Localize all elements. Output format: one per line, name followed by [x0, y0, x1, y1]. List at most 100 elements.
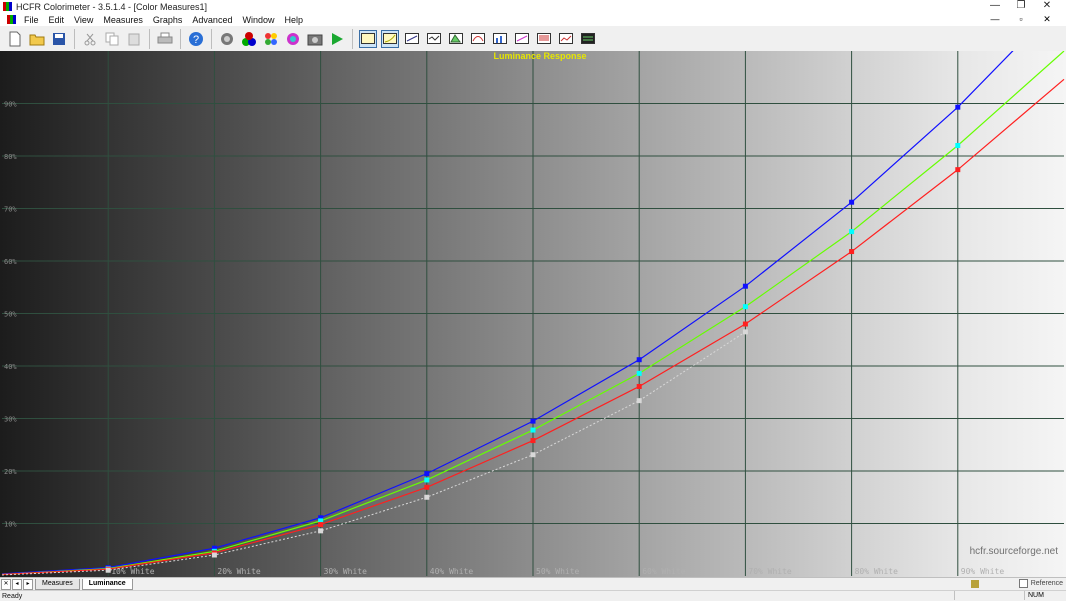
help-icon[interactable]: ? [187, 30, 205, 48]
data-point [636, 383, 642, 389]
x-tick-label: 90% White [961, 567, 1005, 576]
view-luminance-icon[interactable] [381, 29, 399, 48]
x-tick-label: 50% White [536, 567, 580, 576]
data-point [530, 427, 536, 433]
view-gamma-icon[interactable] [403, 30, 421, 48]
tab-luminance[interactable]: Luminance [81, 578, 133, 590]
toolbar-separator [211, 28, 212, 49]
reference-control: Reference [970, 579, 1063, 588]
data-point [636, 398, 642, 404]
x-tick-label: 60% White [642, 567, 686, 576]
view-rgb-icon[interactable] [425, 30, 443, 48]
view-main-icon[interactable] [359, 29, 377, 48]
view-saturation-icon[interactable] [513, 30, 531, 48]
view-near-white-icon[interactable] [557, 30, 575, 48]
data-point [424, 477, 430, 483]
x-tick-label: 10% White [111, 567, 155, 576]
open-icon[interactable] [28, 30, 46, 48]
paste-icon[interactable] [125, 30, 143, 48]
menu-bar: File Edit View Measures Graphs Advanced … [0, 13, 1066, 26]
data-point [955, 143, 961, 148]
tab-measures[interactable]: Measures [35, 578, 80, 590]
reference-marker-icon[interactable] [970, 579, 979, 588]
mdi-minimize-button[interactable]: — [982, 13, 1008, 26]
toolbar-separator [352, 28, 353, 49]
saturation-icon[interactable] [284, 30, 302, 48]
data-point [424, 471, 430, 477]
data-point [742, 283, 748, 289]
color-checker-icon[interactable] [262, 30, 280, 48]
menu-measures[interactable]: Measures [98, 15, 148, 25]
mdi-restore-button[interactable]: ▫ [1008, 13, 1034, 26]
toolbar-separator [180, 28, 181, 49]
data-point [742, 321, 748, 327]
data-point [955, 167, 961, 173]
luminance-chart[interactable]: 10% 20% 30% 40% 50% 60% 70% 80% 90% 10% White 20% … [0, 51, 1066, 577]
save-icon[interactable] [50, 30, 68, 48]
new-icon[interactable] [6, 30, 24, 48]
tab-prev-button[interactable]: ◂ [12, 578, 22, 590]
data-point [211, 552, 217, 558]
menu-edit[interactable]: Edit [44, 15, 70, 25]
menu-help[interactable]: Help [279, 15, 308, 25]
reference-label: Reference [1030, 580, 1063, 587]
view-cie-icon[interactable] [447, 30, 465, 48]
document-icon[interactable] [7, 15, 16, 24]
menu-window[interactable]: Window [237, 15, 279, 25]
print-icon[interactable] [156, 30, 174, 48]
view-deltae-icon[interactable] [491, 30, 509, 48]
view-colortemp-icon[interactable] [469, 30, 487, 48]
window-controls: — ❐ ✕ [982, 0, 1060, 13]
data-point [636, 370, 642, 376]
generator-icon[interactable] [240, 30, 258, 48]
data-point [742, 329, 748, 335]
data-point [849, 249, 855, 255]
app-icon [3, 2, 12, 11]
mdi-close-button[interactable]: ✕ [1034, 13, 1060, 26]
tab-strip: ✕ ◂ ▸ Measures Luminance Reference [0, 577, 1066, 590]
play-icon[interactable] [328, 30, 346, 48]
tab-next-button[interactable]: ▸ [23, 578, 33, 590]
x-tick-label: 80% White [855, 567, 899, 576]
mdi-controls: — ▫ ✕ [982, 13, 1060, 26]
menu-advanced[interactable]: Advanced [187, 15, 237, 25]
toolbar-separator [74, 28, 75, 49]
data-point [849, 229, 855, 235]
data-point [318, 528, 324, 534]
data-point [530, 452, 536, 458]
menu-graphs[interactable]: Graphs [148, 15, 188, 25]
data-point [105, 567, 111, 573]
view-measures-icon[interactable] [579, 30, 597, 48]
copy-icon[interactable] [103, 30, 121, 48]
data-point [636, 357, 642, 363]
sensor-icon[interactable] [218, 30, 236, 48]
svg-text:?: ? [193, 34, 199, 46]
close-button[interactable]: ✕ [1034, 0, 1060, 13]
x-tick-label: 70% White [748, 567, 792, 576]
toolbar: ? [0, 26, 1066, 52]
tab-close-button[interactable]: ✕ [1, 578, 11, 590]
status-bar: Ready NUM [0, 590, 1066, 601]
reference-checkbox[interactable] [1018, 579, 1028, 588]
minimize-button[interactable]: — [982, 0, 1008, 13]
y-tick-label: 40% [4, 363, 17, 371]
status-panel-empty [954, 591, 1028, 600]
chart-title: Luminance Response [493, 51, 586, 61]
status-num: NUM [1024, 591, 1066, 600]
x-tick-label: 30% White [324, 567, 368, 576]
camera-icon[interactable] [306, 30, 324, 48]
menu-file[interactable]: File [19, 15, 44, 25]
data-point [742, 304, 748, 310]
y-tick-label: 30% [4, 416, 17, 424]
y-tick-label: 20% [4, 468, 17, 476]
y-tick-label: 70% [4, 206, 17, 214]
window-title: HCFR Colorimeter - 3.5.1.4 - [Color Meas… [16, 1, 208, 12]
view-near-black-icon[interactable] [535, 30, 553, 48]
menu-view[interactable]: View [69, 15, 98, 25]
y-tick-label: 60% [4, 258, 17, 266]
cut-icon[interactable] [81, 30, 99, 48]
x-tick-label: 20% White [217, 567, 261, 576]
status-text: Ready [2, 592, 23, 600]
restore-button[interactable]: ❐ [1008, 0, 1034, 13]
data-point [424, 494, 430, 500]
